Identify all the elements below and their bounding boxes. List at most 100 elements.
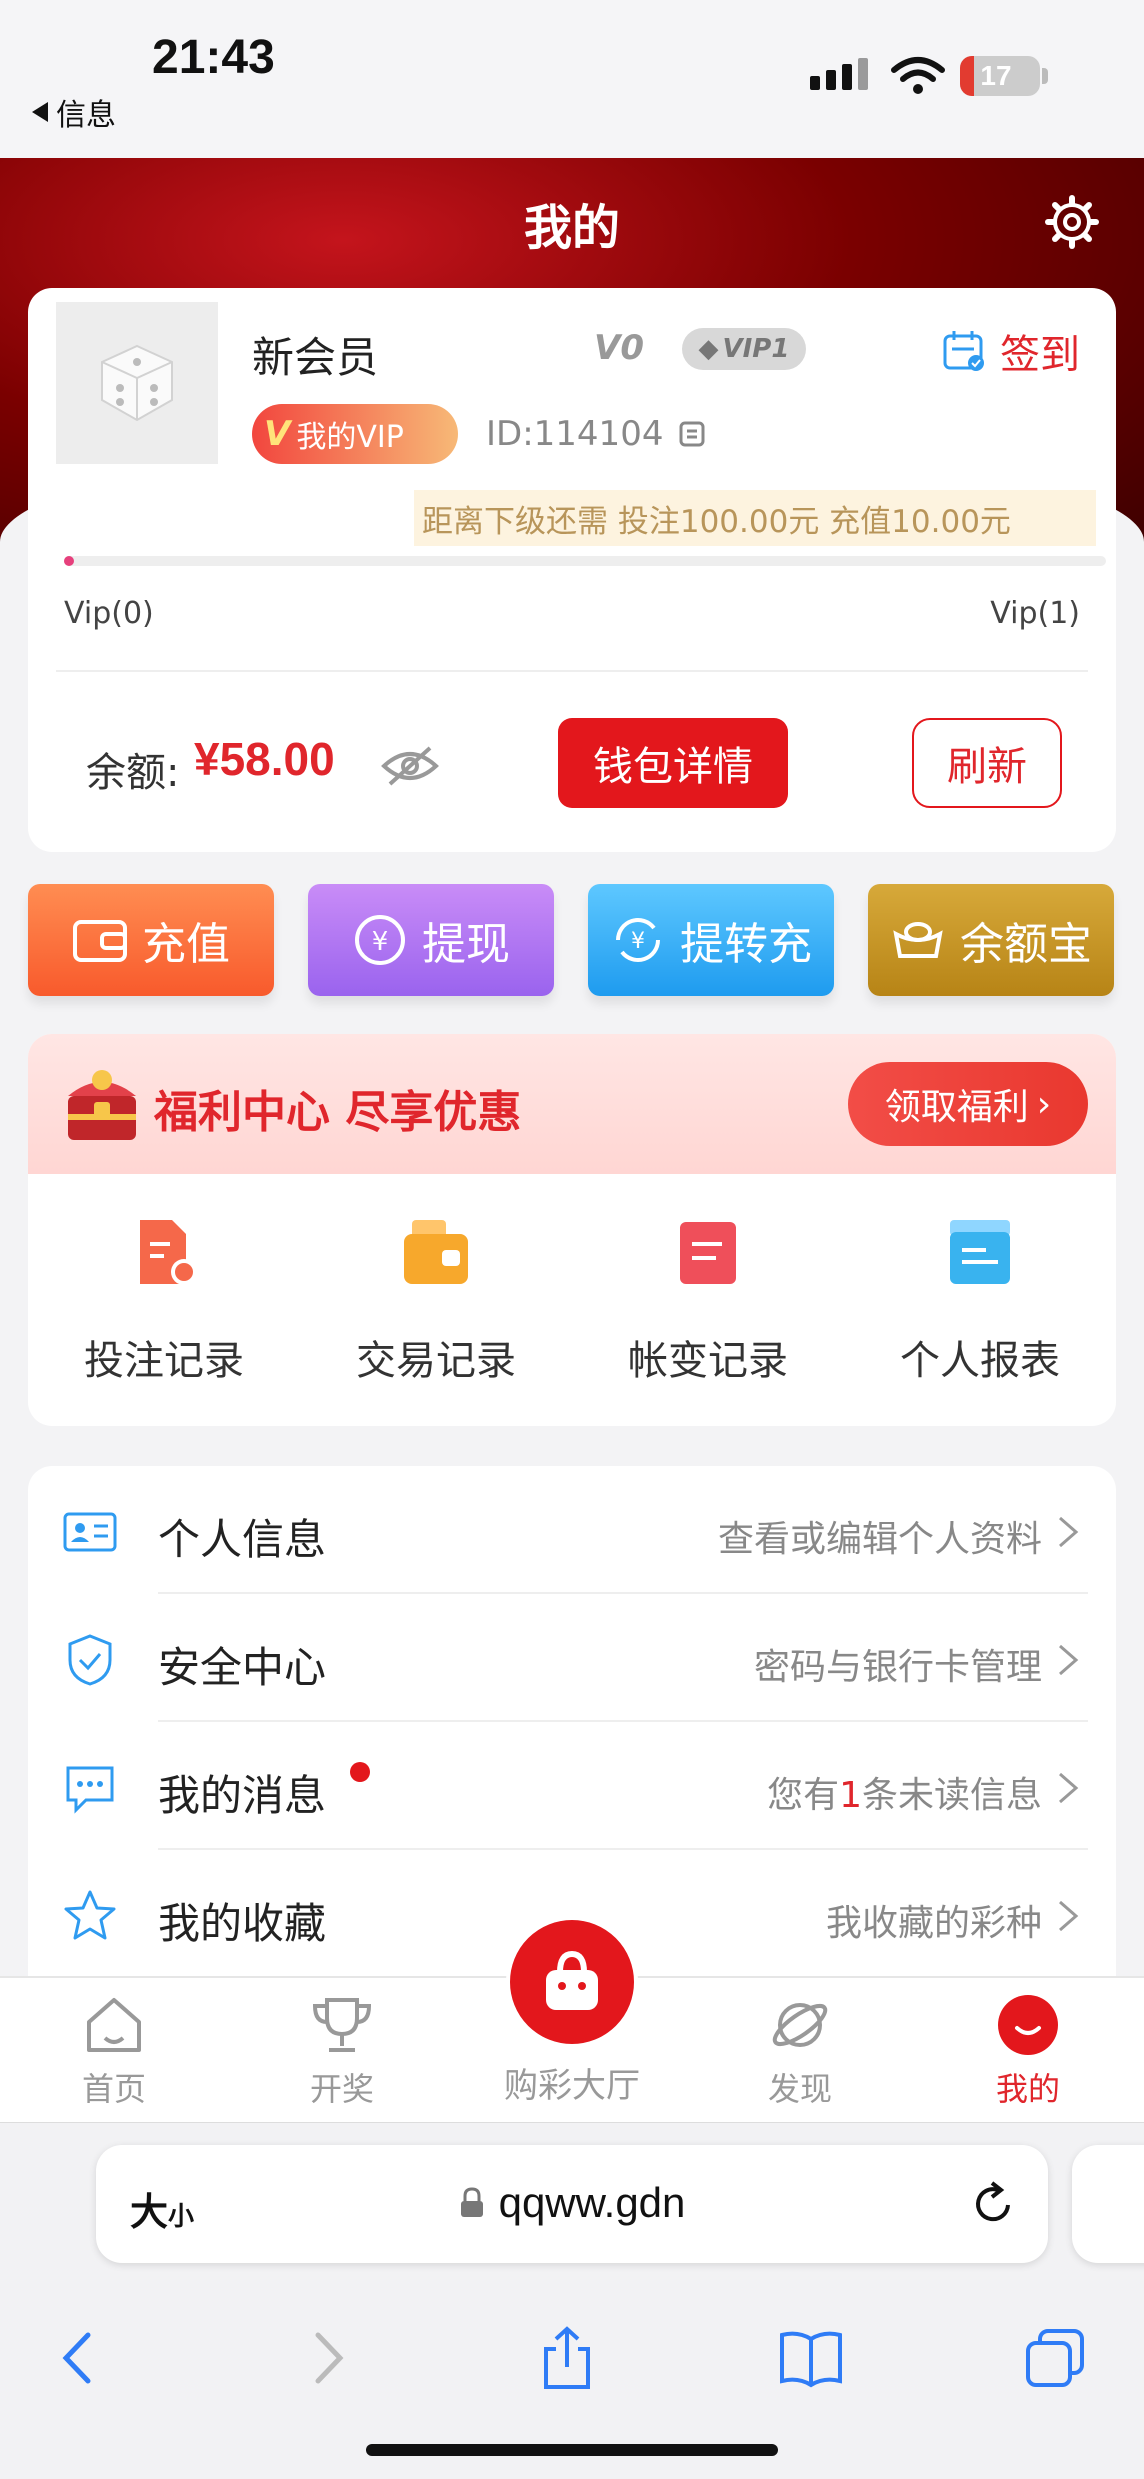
unread-prefix: 您有 <box>767 1775 840 1816</box>
home-indicator[interactable] <box>366 2444 778 2456</box>
chevron-right-icon <box>1059 1900 1079 1932</box>
lottery-hall-circle <box>506 1916 638 2048</box>
dice-icon <box>101 344 173 422</box>
url-text: qqww.gdn <box>498 2179 686 2226</box>
tab-label: 发现 <box>767 2070 832 2108</box>
wifi-icon <box>891 57 945 94</box>
transfer-button[interactable]: ¥ 提转充 <box>588 884 834 996</box>
menu-title: 个人信息 <box>158 1515 327 1564</box>
account-change-icon <box>680 1222 736 1284</box>
tab-lottery-results[interactable]: 开奖 <box>242 1992 442 2110</box>
tab-label: 购彩大厅 <box>504 2066 640 2106</box>
unread-suffix: 条未读信息 <box>861 1775 1042 1816</box>
user-id-text: ID:114104 <box>486 414 664 454</box>
status-bar: 21:43 信息 17 <box>0 0 1144 158</box>
copy-icon[interactable] <box>677 419 707 449</box>
eye-hidden-icon[interactable] <box>380 744 440 788</box>
withdraw-icon: ¥ <box>355 915 405 965</box>
balance-amount: ¥58.00 <box>194 733 335 785</box>
address-bar[interactable]: 大小 qqww.gdn <box>96 2145 1048 2263</box>
shield-icon <box>68 1634 112 1686</box>
account-change-label: 帐变记录 <box>628 1338 788 1384</box>
profile-icon <box>998 1995 1058 2055</box>
id-card-icon <box>63 1512 117 1552</box>
tab-label: 我的 <box>995 2070 1060 2108</box>
withdraw-button[interactable]: ¥ 提现 <box>308 884 554 996</box>
tab-label: 首页 <box>81 2070 146 2108</box>
personal-report-button[interactable]: 个人报表 <box>844 1214 1116 1386</box>
profile-card: 新会员 V0 ◆ VIP1 签到 V 我的VIP ID:114104 距离下级还… <box>28 288 1116 852</box>
battery-indicator: 17 <box>960 56 1040 96</box>
tabs-icon[interactable] <box>1020 2323 1090 2393</box>
lock-icon <box>460 2187 483 2217</box>
transfer-label: 提转充 <box>680 919 812 970</box>
next-tab-preview[interactable] <box>1072 2145 1144 2263</box>
vip-v-icon: V <box>264 414 291 454</box>
wallet-details-button[interactable]: 钱包详情 <box>558 718 788 808</box>
user-id: ID:114104 <box>486 414 707 454</box>
tab-discover[interactable]: 发现 <box>700 1992 900 2110</box>
home-icon <box>87 1998 141 2052</box>
battery-tip <box>1042 68 1048 84</box>
vip-level-badge: ◆ VIP1 <box>682 328 806 370</box>
gear-icon[interactable] <box>1044 194 1100 250</box>
bet-record-icon <box>140 1220 197 1285</box>
page-title: 我的 <box>523 200 620 256</box>
diamond-icon: ◆ <box>698 334 719 364</box>
ingot-icon <box>893 922 943 958</box>
deposit-button[interactable]: 充值 <box>28 884 274 996</box>
calendar-icon <box>943 331 984 371</box>
menu-item-my-messages[interactable]: 我的消息 您有1条未读信息 <box>28 1722 1116 1850</box>
welfare-center-card: 福利中心 尽享优惠 领取福利 › 投注记录 交易记录 帐变记录 个人报表 <box>28 1034 1116 1426</box>
back-to-app-button[interactable]: 信息 <box>32 90 116 134</box>
refresh-button[interactable]: 刷新 <box>912 718 1062 808</box>
welfare-banner: 福利中心 尽享优惠 领取福利 › <box>28 1034 1116 1174</box>
vip-progress-bar <box>64 556 1106 566</box>
menu-description: 查看或编辑个人资料 <box>717 1519 1042 1560</box>
tab-home[interactable]: 首页 <box>14 1992 214 2110</box>
my-vip-button[interactable]: V 我的VIP <box>252 404 458 464</box>
checkin-label: 签到 <box>1000 332 1080 378</box>
url-display[interactable]: qqww.gdn <box>96 2179 1048 2227</box>
planet-icon <box>772 2003 828 2047</box>
balance-label: 余额: <box>86 750 180 796</box>
next-level-requirement: 距离下级还需 投注100.00元 充值10.00元 <box>414 490 1096 546</box>
bookmarks-icon[interactable] <box>776 2323 846 2393</box>
bet-record-label: 投注记录 <box>84 1338 244 1384</box>
trophy-icon <box>312 1998 372 2052</box>
bet-record-button[interactable]: 投注记录 <box>28 1214 300 1386</box>
trade-record-button[interactable]: 交易记录 <box>300 1214 572 1386</box>
claim-welfare-button[interactable]: 领取福利 › <box>848 1062 1088 1146</box>
menu-description: 密码与银行卡管理 <box>753 1647 1042 1688</box>
chevron-right-icon: › <box>1036 1083 1052 1125</box>
personal-report-label: 个人报表 <box>900 1338 1060 1384</box>
menu-item-personal-info[interactable]: 个人信息 查看或编辑个人资料 <box>28 1466 1116 1594</box>
back-icon[interactable] <box>44 2323 114 2393</box>
account-change-record-button[interactable]: 帐变记录 <box>572 1214 844 1386</box>
tab-mine[interactable]: 我的 <box>928 1992 1128 2110</box>
reload-icon[interactable] <box>968 2179 1018 2229</box>
tab-lottery-hall[interactable]: 购彩大厅 <box>472 1916 672 2107</box>
checkin-button[interactable]: 签到 <box>942 322 1080 380</box>
menu-item-security-center[interactable]: 安全中心 密码与银行卡管理 <box>28 1594 1116 1722</box>
svg-text:¥: ¥ <box>372 927 389 957</box>
browser-toolbar: 大小 qqww.gdn <box>0 2122 1144 2479</box>
yuebao-button[interactable]: 余额宝 <box>868 884 1114 996</box>
level-badge: V0 <box>594 328 644 368</box>
avatar[interactable] <box>56 302 218 464</box>
divider <box>56 670 1088 672</box>
yuebao-label: 余额宝 <box>960 919 1092 970</box>
tab-label: 开奖 <box>309 2070 374 2108</box>
svg-text:¥: ¥ <box>631 929 645 954</box>
withdraw-label: 提现 <box>422 919 510 970</box>
unread-count: 1 <box>839 1775 862 1816</box>
chevron-right-icon <box>1059 1644 1079 1676</box>
menu-title: 我的收藏 <box>158 1899 327 1948</box>
forward-icon[interactable] <box>292 2323 362 2393</box>
trade-record-label: 交易记录 <box>356 1338 516 1384</box>
share-icon[interactable] <box>532 2323 602 2393</box>
deposit-label: 充值 <box>142 919 230 970</box>
message-icon <box>66 1766 114 1814</box>
vip-next-level: Vip(1) <box>990 596 1080 631</box>
claim-welfare-label: 领取福利 <box>884 1087 1029 1128</box>
